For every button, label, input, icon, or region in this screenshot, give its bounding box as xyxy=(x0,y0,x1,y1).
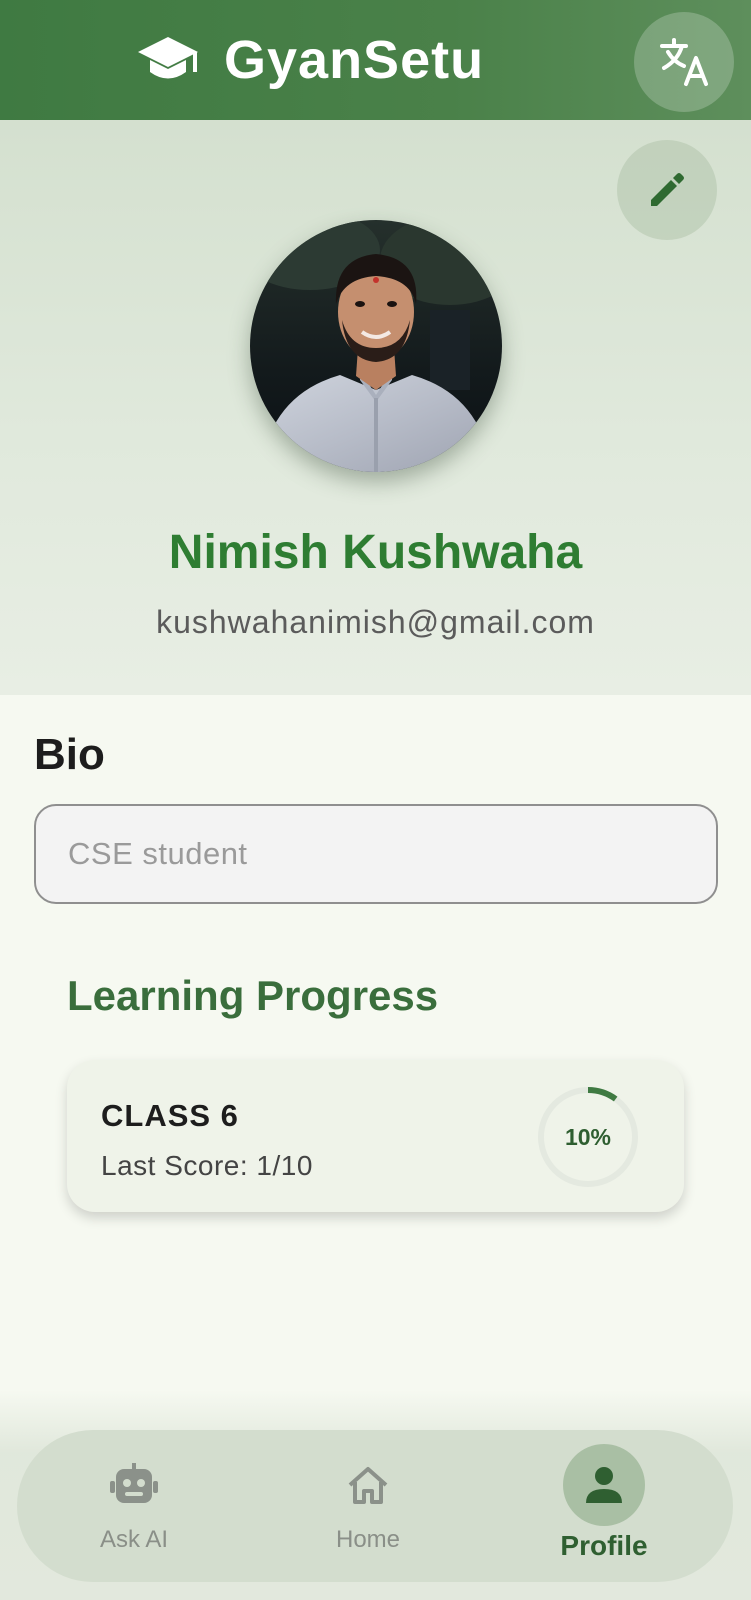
user-name: Nimish Kushwaha xyxy=(168,526,583,579)
translate-button[interactable] xyxy=(634,12,734,112)
nav-item-ask-ai[interactable]: Ask AI xyxy=(34,1430,234,1582)
progress-card[interactable]: CLASS 6 Last Score: 1/10 10% xyxy=(67,1060,684,1212)
profile-header: Nimish Kushwaha kushwahanimish@gmail.com xyxy=(0,120,751,695)
nav-label-home: Home xyxy=(335,1526,401,1553)
app-bar: GyanSetu xyxy=(0,0,751,120)
nav-item-profile[interactable]: Profile xyxy=(504,1430,704,1582)
nav-label-ask-ai: Ask AI xyxy=(99,1526,169,1553)
pencil-icon xyxy=(651,173,684,206)
nav-icon-wrap xyxy=(563,1444,645,1526)
learning-progress-heading: Learning Progress xyxy=(67,972,439,1019)
class-name: CLASS 6 xyxy=(101,1098,239,1133)
app-title: GyanSetu xyxy=(224,30,485,90)
nav-icon-wrap xyxy=(327,1444,409,1526)
robot-icon xyxy=(110,1463,158,1503)
progress-percent: 10% xyxy=(564,1123,612,1150)
graduation-cap-icon xyxy=(138,37,198,79)
edit-profile-button[interactable] xyxy=(617,140,717,240)
bottom-nav: Ask AI Home Profile xyxy=(17,1430,733,1582)
nav-label-profile: Profile xyxy=(560,1530,648,1561)
avatar-photo xyxy=(250,220,502,472)
nav-item-home[interactable]: Home xyxy=(268,1430,468,1582)
last-score: Last Score: 1/10 xyxy=(101,1150,313,1181)
bio-heading: Bio xyxy=(34,730,105,779)
user-email: kushwahanimish@gmail.com xyxy=(156,604,595,640)
brand: GyanSetu xyxy=(136,28,484,92)
translate-icon xyxy=(660,38,708,86)
nav-icon-wrap xyxy=(93,1444,175,1526)
avatar[interactable] xyxy=(250,220,502,472)
bio-field[interactable]: CSE student xyxy=(34,804,718,904)
home-icon xyxy=(348,1467,388,1504)
bio-value: CSE student xyxy=(68,836,248,871)
person-icon xyxy=(586,1467,622,1503)
